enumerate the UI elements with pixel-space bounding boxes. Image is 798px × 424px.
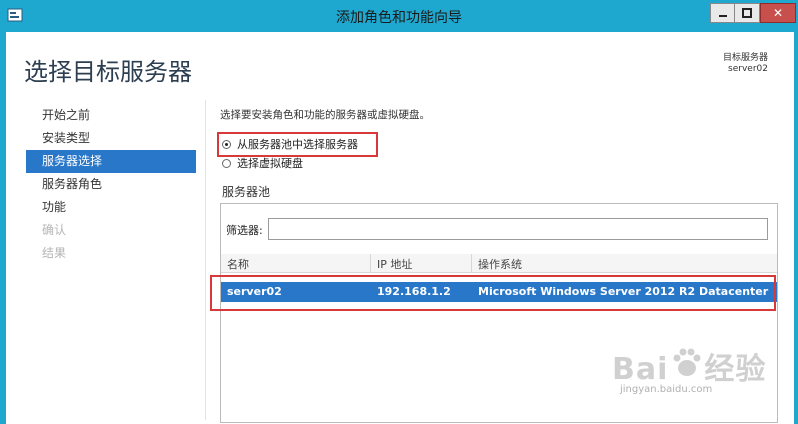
minimize-button[interactable] [710,3,736,23]
column-header-name[interactable]: 名称 [227,256,249,272]
instruction-text: 选择要安装角色和功能的服务器或虚拟硬盘。 [220,109,430,121]
column-header-ip[interactable]: IP 地址 [377,256,412,272]
baidu-jingyan-watermark: Bai 经验 jingyan.baidu.com [612,344,782,406]
window-frame-left [0,32,6,424]
server-pool-label: 服务器池 [222,185,271,199]
nav-item-results: 结果 [42,246,67,260]
nav-item-server-selection[interactable]: 服务器选择 [26,150,196,173]
destination-server-label: 目标服务器 [722,53,768,63]
radio-unchecked-icon [222,158,231,168]
wizard-nav: 开始之前 安装类型 服务器选择 服务器角色 功能 确认 结果 [26,104,196,265]
annotation-highlight-row [210,275,776,311]
nav-divider [205,100,206,420]
close-icon: ✕ [772,6,784,20]
column-header-os[interactable]: 操作系统 [478,256,522,272]
server-grid-header: 名称 IP 地址 操作系统 [221,254,777,273]
nav-item-before-you-begin[interactable]: 开始之前 [26,104,196,127]
radio-label-vhd: 选择虚拟硬盘 [237,157,303,170]
radio-select-vhd[interactable]: 选择虚拟硬盘 [222,155,303,171]
nav-item-server-roles[interactable]: 服务器角色 [26,173,196,196]
maximize-icon [742,8,752,18]
window-title: 添加角色和功能向导 [336,10,462,26]
column-separator [471,254,472,272]
column-separator [370,254,371,272]
page-title: 选择目标服务器 [24,58,192,86]
nav-item-features[interactable]: 功能 [26,196,196,219]
title-bar[interactable]: 添加角色和功能向导 ✕ [0,0,798,32]
filter-label: 筛选器: [226,224,263,237]
nav-item-installation-type[interactable]: 安装类型 [26,127,196,150]
paw-icon [673,348,701,376]
minimize-icon [719,15,727,17]
window-frame-right [794,32,798,424]
maximize-button[interactable] [734,3,760,23]
nav-item-confirmation: 确认 [42,223,67,237]
watermark-site: jingyan.baidu.com [620,384,713,395]
destination-server-name: server02 [728,64,768,74]
filter-input[interactable] [268,218,768,240]
close-button[interactable]: ✕ [760,3,796,23]
annotation-highlight-radio [217,132,378,157]
